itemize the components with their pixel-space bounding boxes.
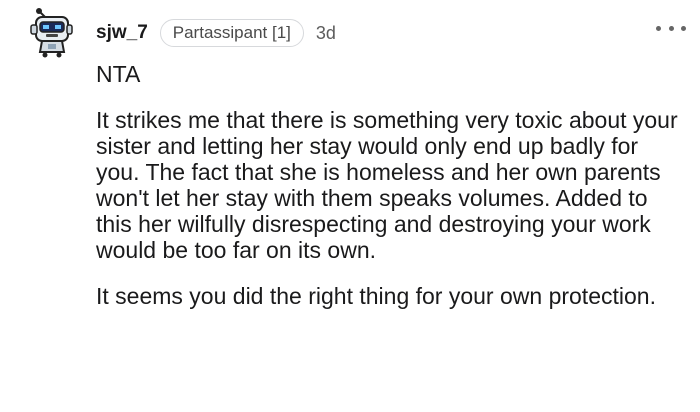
more-horizontal-icon[interactable] (656, 18, 686, 38)
more-dot (681, 25, 686, 31)
comment-timestamp[interactable]: 3d (316, 23, 336, 44)
comment-paragraph: It seems you did the right thing for you… (96, 283, 656, 309)
author-username[interactable]: sjw_7 (96, 22, 148, 44)
more-dot (656, 25, 661, 31)
robot-avatar-icon[interactable] (26, 6, 80, 60)
comment-paragraph: It strikes me that there is something ve… (96, 107, 678, 263)
comment-header: sjw_7 Partassipant [1] 3d (96, 18, 336, 48)
more-dot (668, 25, 674, 31)
user-flair: Partassipant [1] (159, 19, 304, 47)
comment: sjw_7 Partassipant [1] 3d NTA It strikes… (0, 0, 700, 412)
comment-body: NTA It strikes me that there is somethin… (96, 61, 686, 309)
comment-verdict: NTA (96, 61, 141, 87)
